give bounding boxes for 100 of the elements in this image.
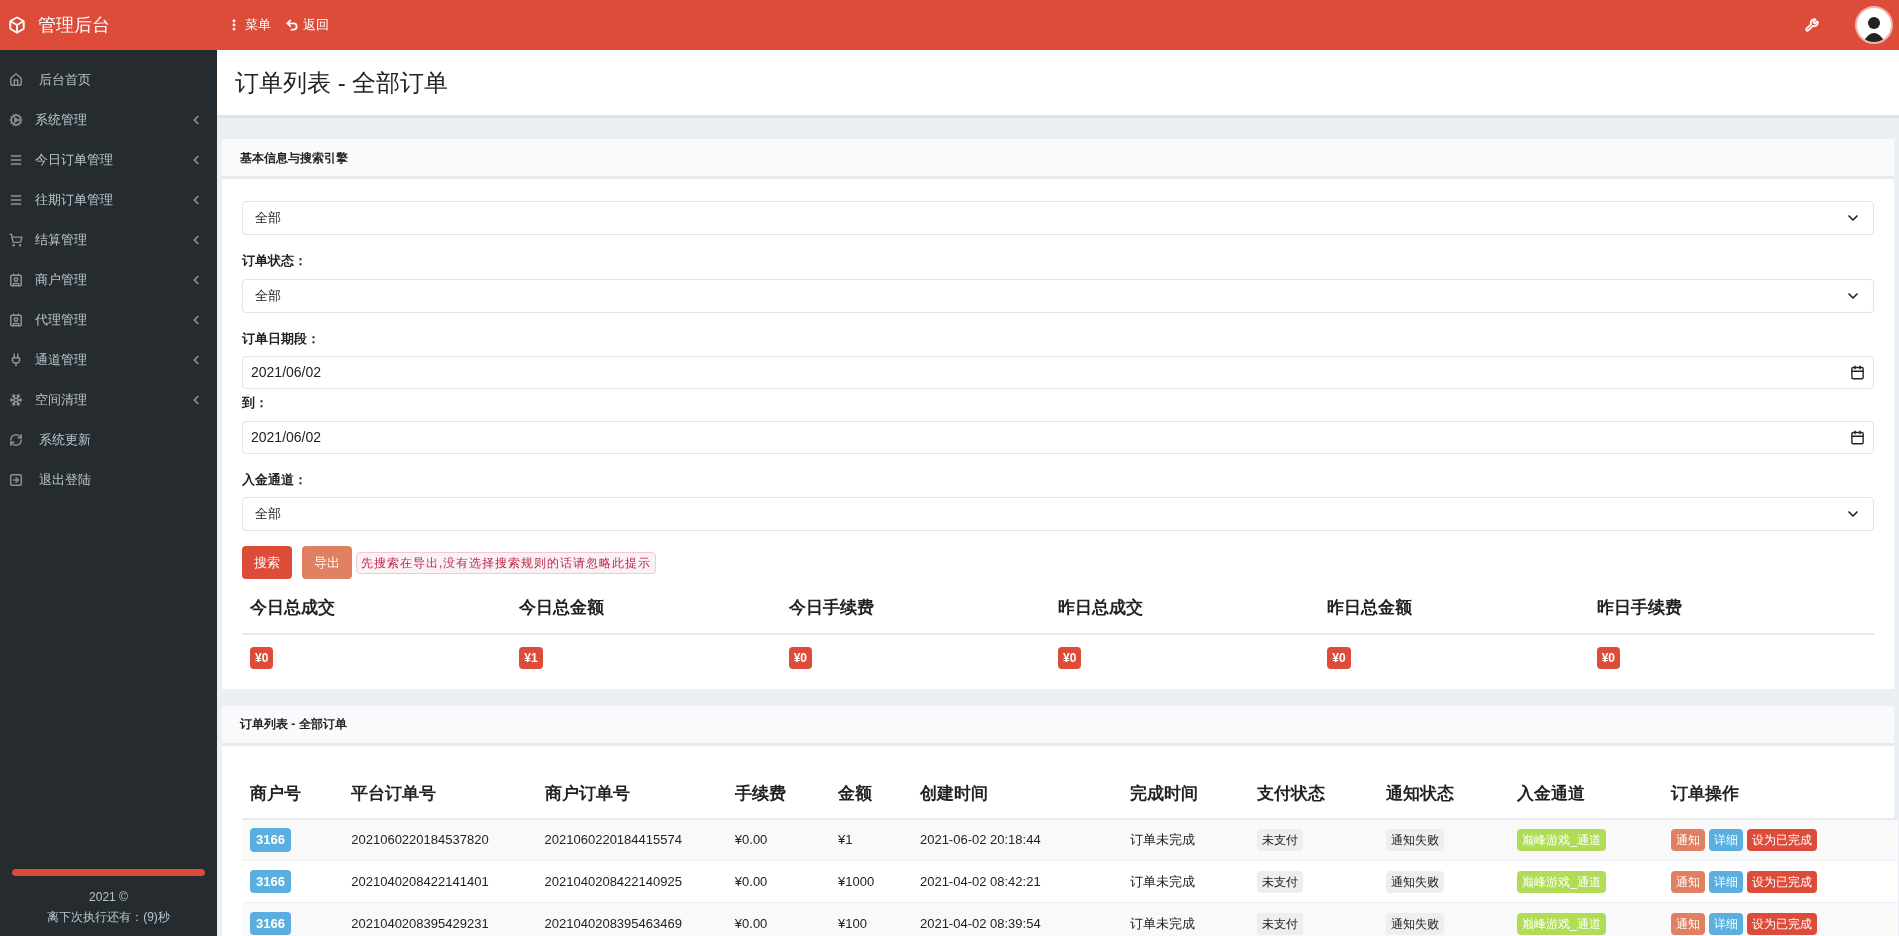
sidebar-item[interactable]: 系统管理 [0,100,217,140]
column-header: 手续费 [726,770,831,819]
list-icon [9,193,23,207]
contact-card-icon [9,313,23,327]
table-cell: 2021060220184537820 [343,818,537,861]
column-header: 入金通道 [1509,770,1663,819]
field-label: 到： [242,394,269,412]
copyright-text: 2021 © [88,889,129,906]
stat-label: 今日手续费 [788,597,875,619]
status-tag: 未支付 [1257,912,1304,935]
stat-value: ¥0 [1327,646,1351,669]
table-cell: 2021-04-02 08:39:54 [911,902,1122,936]
table-cell: 2021040208395429231 [343,902,537,936]
channel-tag: 巅峰游戏_通道 [1517,870,1606,893]
list-icon [9,153,23,167]
page-title: 订单列表 - 全部订单 [235,67,449,98]
exit-icon [9,473,23,487]
sidebar-item[interactable]: 退出登陆 [0,460,217,500]
action-button[interactable]: 设为已完成 [1746,912,1817,935]
table-cell: 订单未完成 [1121,860,1250,903]
column-header: 订单操作 [1662,770,1898,819]
column-header: 平台订单号 [343,770,537,819]
merchant-id-badge: 3166 [250,828,291,852]
table-cell: ¥0.00 [726,902,831,936]
stat-label: 昨日总成交 [1058,597,1144,619]
column-header: 商户订单号 [536,770,727,819]
table-cell: 2021040208395463469 [536,902,727,936]
table-cell: ¥1000 [830,860,912,903]
sidebar-item[interactable]: 代理管理 [0,300,217,340]
channel-tag: 巅峰游戏_通道 [1517,912,1606,935]
column-header: 创建时间 [911,770,1122,819]
cube-icon [8,16,26,34]
settings-icon[interactable] [1805,18,1819,32]
table-cell: 订单未完成 [1121,902,1250,936]
sidebar-item[interactable]: 空间清理 [0,380,217,420]
sidebar-item[interactable]: 后台首页 [0,60,217,100]
stat-value: ¥0 [788,646,812,669]
calendar-icon [1850,429,1865,445]
sidebar-item[interactable]: 系统更新 [0,420,217,460]
date-field[interactable]: 2021/06/02 [242,420,1874,454]
date-field[interactable]: 2021/06/02 [242,356,1874,389]
merchant-id-badge: 3166 [250,869,291,894]
table-cell: 2021060220184415574 [536,818,727,861]
select-field[interactable]: 全部 [242,201,1874,235]
card-title: 基本信息与搜索引擎 [240,149,348,167]
action-button[interactable]: 设为已完成 [1746,870,1817,893]
table-cell: 2021040208422141401 [343,860,537,903]
status-tag: 通知失败 [1386,912,1445,935]
refresh-icon [9,433,23,447]
table-cell: 2021-06-02 20:18:44 [911,818,1122,861]
gear-icon [9,113,23,127]
cart-icon [9,233,23,247]
stat-label: 昨日手续费 [1596,597,1683,619]
select-field[interactable]: 全部 [242,278,1874,313]
plug-icon [9,353,23,367]
column-header: 完成时间 [1121,770,1250,819]
table-cell: 2021-04-02 08:42:21 [911,860,1122,903]
back-icon [285,18,299,32]
search-button[interactable]: 搜索 [242,546,292,579]
channel-tag: 巅峰游戏_通道 [1517,828,1606,851]
column-header: 金额 [830,770,912,819]
stat-value: ¥0 [1058,646,1082,669]
stat-value: ¥1 [519,646,543,669]
stat-value: ¥0 [1596,646,1620,669]
stat-label: 今日总成交 [250,597,336,619]
sidebar-item[interactable]: 通道管理 [0,340,217,380]
field-label: 订单状态： [242,252,308,270]
action-button[interactable]: 设为已完成 [1746,828,1817,851]
countdown-text: 离下次执行还有：(9)秒 [46,909,171,926]
app-title: 管理后台 [38,13,110,37]
field-label: 订单日期段： [242,329,321,348]
back-button[interactable]: 返回 [285,15,329,35]
table-cell: 2021040208422140925 [536,860,727,903]
table-cell: 订单未完成 [1121,818,1250,861]
select-field[interactable]: 全部 [242,497,1874,531]
hint-text: 先搜索在导出,没有选择搜索规则的话请忽略此提示 [356,551,657,574]
sidebar-item[interactable]: 往期订单管理 [0,180,217,220]
calendar-icon [1850,365,1865,380]
contact-card-icon [9,273,23,287]
status-tag: 通知失败 [1386,828,1445,851]
home-icon [9,73,23,87]
column-header: 支付状态 [1249,770,1379,819]
stat-label: 今日总金额 [519,597,606,619]
merchant-id-badge: 3166 [250,911,291,936]
sidebar-item[interactable]: 商户管理 [0,260,217,300]
stat-label: 昨日总金额 [1327,597,1414,619]
menu-button[interactable]: 菜单 [227,15,271,35]
table-cell: ¥100 [830,902,912,936]
sidebar-item[interactable]: 结算管理 [0,220,217,260]
column-header: 通知状态 [1378,770,1510,819]
status-tag: 未支付 [1257,870,1304,893]
table-cell: ¥0.00 [726,818,831,861]
column-header: 商户号 [242,770,344,819]
user-avatar[interactable] [1855,6,1893,44]
status-tag: 通知失败 [1386,870,1445,893]
stat-value: ¥0 [250,646,274,669]
table-cell: ¥0.00 [726,860,831,903]
sidebar-item[interactable]: 今日订单管理 [0,140,217,180]
table-cell: ¥1 [830,818,912,861]
status-tag: 未支付 [1257,828,1304,851]
